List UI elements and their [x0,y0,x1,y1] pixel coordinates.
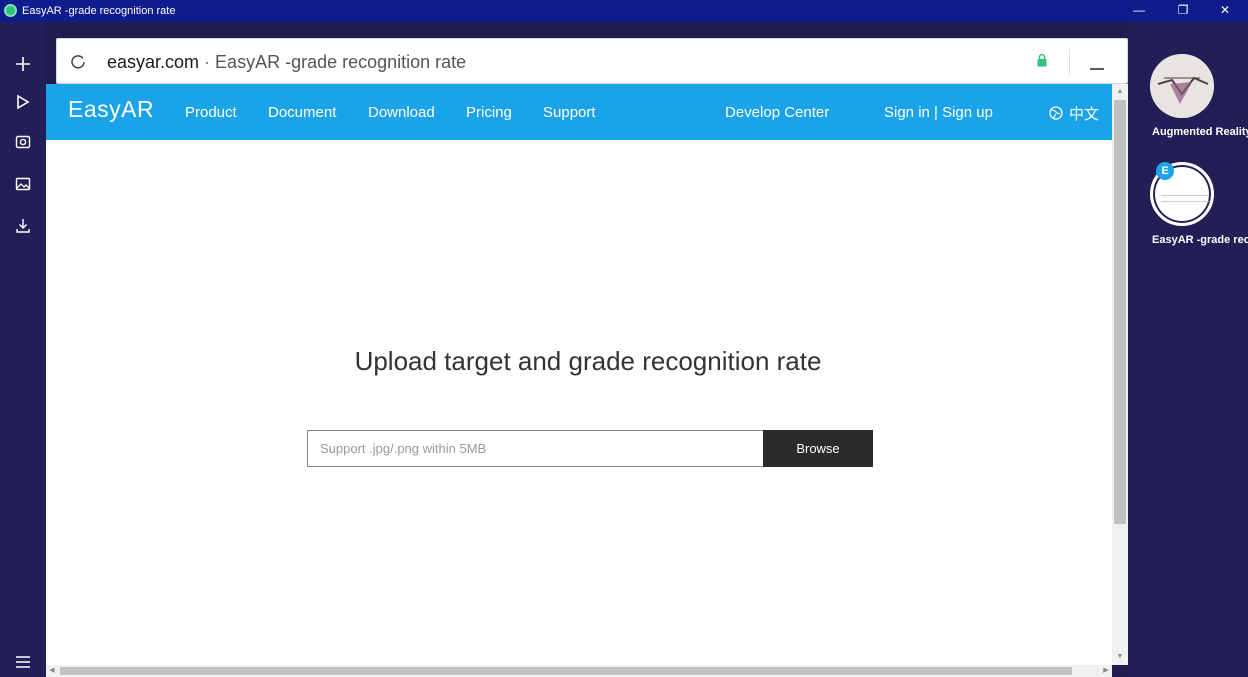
address-page-title: EasyAR -grade recognition rate [215,52,467,72]
tab-label-augmented-reality[interactable]: Augmented Reality [1152,126,1248,138]
language-switch[interactable]: 中文 [1069,103,1099,124]
tabs-panel: Augmented Reality E EasyAR -grade recogn… [1128,22,1248,677]
horizontal-scrollbar[interactable]: ◀ ▶ [46,665,1112,677]
address-divider [1069,49,1070,75]
easyar-logo[interactable]: EasyAR [68,96,154,123]
menu-button[interactable] [0,644,46,677]
downloads-button[interactable] [0,208,46,244]
address-bar[interactable]: easyar.com · EasyAR -grade recognition r… [56,38,1128,84]
address-domain: easyar.com [107,52,200,72]
nav-document[interactable]: Document [268,104,336,122]
minimize-page-icon[interactable] [1087,53,1107,73]
screenshot-button[interactable] [0,124,46,160]
app-icon [4,4,17,17]
scroll-up-arrow-icon[interactable]: ▲ [1112,84,1128,100]
left-sidebar [0,22,46,677]
nav-product[interactable]: Product [185,104,237,122]
window-restore-button[interactable]: ❐ [1166,0,1200,22]
scroll-right-arrow-icon[interactable]: ▶ [1100,665,1112,677]
tab-thumbnail-augmented-reality[interactable] [1150,54,1214,118]
camera-icon [15,135,31,149]
play-button[interactable] [0,84,46,120]
window-title-bar: EasyAR -grade recognition rate — ❐ ✕ [0,0,1248,22]
horizontal-scroll-thumb[interactable] [60,667,1072,675]
site-navbar: EasyAR Product Document Download Pricing… [46,84,1112,140]
gallery-button[interactable] [0,166,46,202]
lock-icon [1037,53,1047,67]
address-text[interactable]: easyar.com · EasyAR -grade recognition r… [107,51,466,73]
tab-badge: E [1156,162,1174,180]
tab-preview-image [1150,54,1214,118]
vertical-scrollbar[interactable]: ▲ ▼ [1112,84,1128,665]
scroll-down-arrow-icon[interactable]: ▼ [1112,649,1128,665]
reload-icon[interactable] [67,51,89,73]
nav-develop-center[interactable]: Develop Center [725,104,829,122]
nav-download[interactable]: Download [368,104,435,122]
new-tab-button[interactable] [0,46,46,82]
page-heading: Upload target and grade recognition rate [354,346,822,376]
nav-pricing[interactable]: Pricing [466,104,512,122]
image-icon [15,177,31,191]
plus-icon [16,57,30,71]
vertical-scroll-thumb[interactable] [1114,100,1126,524]
address-separator: · [199,52,216,72]
browse-button[interactable]: Browse [763,430,873,467]
nav-sign-in[interactable]: Sign in | Sign up [884,104,993,122]
tab-badge-letter: E [1161,165,1169,177]
tab-label-easyar[interactable]: EasyAR -grade recognition rate [1152,234,1248,246]
window-close-button[interactable]: ✕ [1208,0,1242,22]
globe-icon[interactable] [1049,106,1063,120]
scroll-left-arrow-icon[interactable]: ◀ [46,665,58,677]
window-minimize-button[interactable]: — [1122,0,1156,22]
menu-icon [16,656,30,668]
play-icon [17,94,30,110]
nav-support[interactable]: Support [543,104,596,122]
web-content: EasyAR Product Document Download Pricing… [46,84,1112,665]
upload-file-input[interactable] [307,430,764,467]
download-icon [16,219,30,233]
window-title: EasyAR -grade recognition rate [22,5,176,17]
